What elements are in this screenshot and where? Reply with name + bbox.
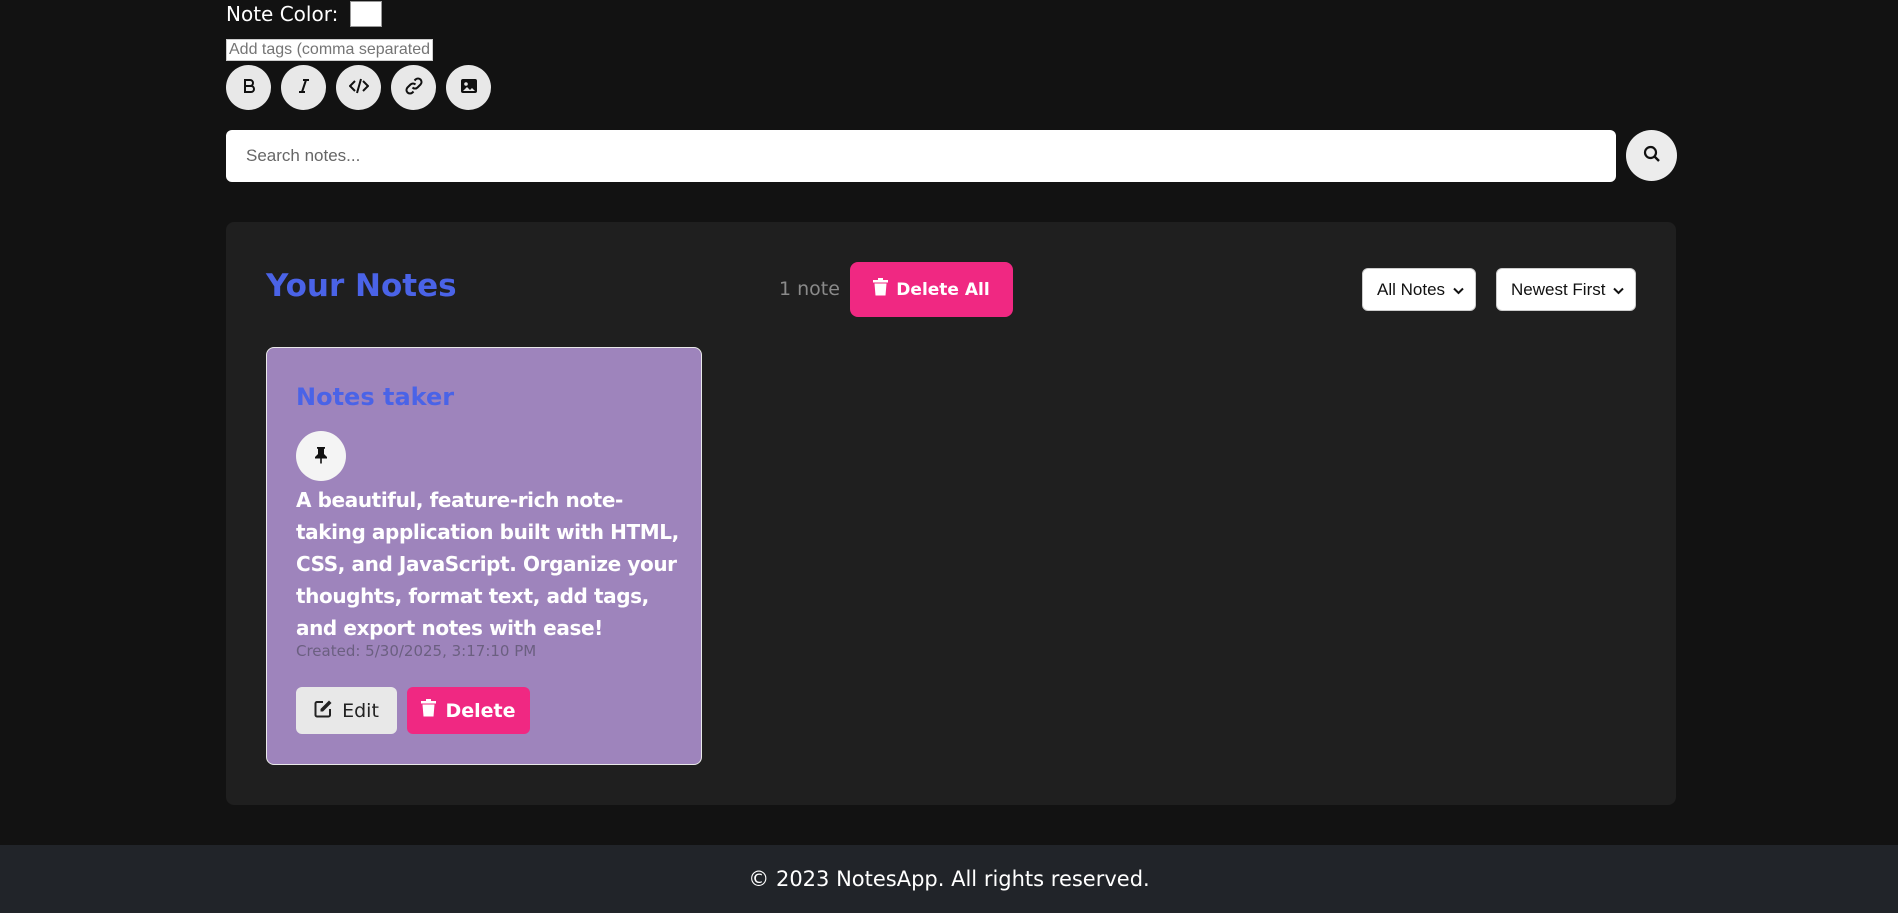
search-input[interactable] bbox=[226, 130, 1616, 182]
pin-button[interactable] bbox=[296, 431, 346, 481]
note-count: 1 note bbox=[779, 278, 840, 300]
link-icon bbox=[404, 76, 424, 99]
note-color-picker[interactable] bbox=[350, 1, 383, 27]
image-button[interactable] bbox=[446, 65, 491, 110]
footer-copyright: © 2023 NotesApp. All rights reserved. bbox=[748, 867, 1150, 891]
delete-label: Delete bbox=[445, 699, 516, 722]
edit-button[interactable]: Edit bbox=[296, 687, 397, 734]
delete-all-button[interactable]: Delete All bbox=[850, 262, 1013, 317]
link-button[interactable] bbox=[391, 65, 436, 110]
note-color-row: Note Color: bbox=[226, 0, 383, 28]
pin-icon bbox=[314, 446, 328, 467]
note-title: Notes taker bbox=[296, 383, 455, 411]
filter-select-value: All Notes bbox=[1377, 279, 1446, 299]
chevron-down-icon bbox=[1453, 280, 1464, 300]
note-color-label: Note Color: bbox=[226, 2, 339, 26]
trash-icon bbox=[873, 278, 889, 301]
search-icon bbox=[1643, 145, 1661, 166]
filter-select[interactable]: All Notes bbox=[1362, 268, 1476, 311]
sort-select[interactable]: Newest First bbox=[1496, 268, 1636, 311]
edit-icon bbox=[314, 699, 333, 723]
code-button[interactable] bbox=[336, 65, 381, 110]
bold-icon bbox=[241, 78, 257, 97]
note-card: Notes taker A beautiful, feature-rich no… bbox=[266, 347, 702, 765]
note-content: A beautiful, feature-rich note-taking ap… bbox=[296, 488, 679, 640]
edit-label: Edit bbox=[342, 699, 379, 722]
sort-select-value: Newest First bbox=[1511, 279, 1606, 299]
notes-panel: Your Notes 1 note Delete All All Notes N… bbox=[226, 222, 1676, 805]
format-toolbar bbox=[226, 65, 491, 110]
chevron-down-icon bbox=[1613, 280, 1625, 300]
search-button[interactable] bbox=[1626, 130, 1677, 181]
trash-icon bbox=[421, 699, 437, 722]
image-icon bbox=[460, 78, 478, 97]
delete-button[interactable]: Delete bbox=[407, 687, 530, 734]
panel-title: Your Notes bbox=[266, 268, 457, 304]
code-icon bbox=[348, 78, 369, 97]
note-created-date: Created: 5/30/2025, 3:17:10 PM bbox=[296, 642, 537, 660]
italic-button[interactable] bbox=[281, 65, 326, 110]
delete-all-label: Delete All bbox=[896, 279, 990, 300]
tags-input[interactable] bbox=[226, 39, 433, 61]
footer: © 2023 NotesApp. All rights reserved. bbox=[0, 845, 1898, 913]
bold-button[interactable] bbox=[226, 65, 271, 110]
italic-icon bbox=[296, 78, 312, 97]
